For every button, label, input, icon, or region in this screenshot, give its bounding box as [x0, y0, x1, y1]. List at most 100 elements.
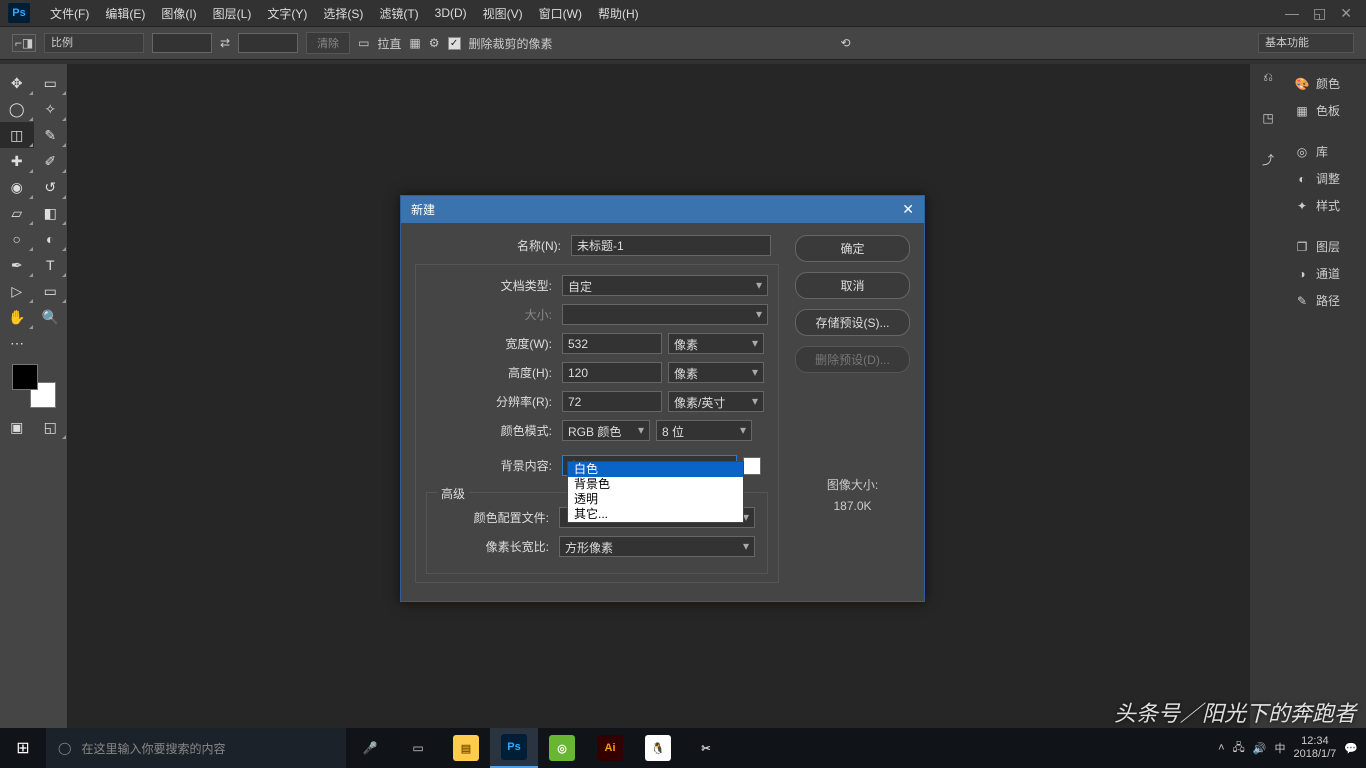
ok-button[interactable]: 确定: [795, 235, 910, 262]
move-tool[interactable]: ✥: [0, 70, 34, 96]
menu-edit[interactable]: 编辑(E): [97, 5, 153, 22]
bgcontent-dropdown-list[interactable]: 白色 背景色 透明 其它...: [567, 461, 744, 523]
menu-view[interactable]: 视图(V): [475, 5, 531, 22]
bg-option-white[interactable]: 白色: [568, 462, 743, 477]
grid-icon[interactable]: ▦: [409, 36, 420, 50]
more-tools[interactable]: ⋯: [0, 330, 34, 356]
path-select-tool[interactable]: ▷: [0, 278, 34, 304]
bg-option-bgcolor[interactable]: 背景色: [568, 477, 743, 492]
straighten-icon[interactable]: ▭: [358, 36, 369, 50]
taskbar-photoshop[interactable]: Ps: [490, 728, 538, 768]
panel-layers[interactable]: ❐图层: [1286, 233, 1366, 260]
resolution-input[interactable]: [562, 391, 662, 412]
share-panel-icon[interactable]: ⤴: [1262, 151, 1274, 168]
pen-tool[interactable]: ✒: [0, 252, 34, 278]
hand-tool[interactable]: ✋: [0, 304, 34, 330]
taskbar-search[interactable]: ◯ 在这里输入你要搜索的内容: [46, 728, 346, 768]
properties-panel-icon[interactable]: ◳: [1262, 111, 1273, 125]
shape-tool[interactable]: ▭: [34, 278, 68, 304]
delete-crop-checkbox[interactable]: ✓: [448, 37, 461, 50]
width-unit-select[interactable]: 像素: [668, 333, 764, 354]
pixelratio-select[interactable]: 方形像素: [559, 536, 755, 557]
panel-adjustments[interactable]: ◐调整: [1286, 165, 1366, 192]
bgcolor-swatch[interactable]: [743, 457, 761, 475]
lasso-tool[interactable]: ◯: [0, 96, 34, 122]
tray-ime-icon[interactable]: 中: [1274, 740, 1285, 756]
crop-height-input[interactable]: [238, 33, 298, 53]
rect-marquee-tool[interactable]: ▭: [34, 70, 68, 96]
zoom-tool[interactable]: 🔍: [34, 304, 68, 330]
tray-network-icon[interactable]: 🖧: [1233, 739, 1245, 758]
reset-icon[interactable]: ⟲: [841, 36, 851, 50]
foreground-color-swatch[interactable]: [12, 364, 38, 390]
menu-file[interactable]: 文件(F): [42, 5, 97, 22]
taskbar-qq[interactable]: 🐧: [634, 728, 682, 768]
swap-icon[interactable]: ⇄: [220, 36, 230, 50]
gradient-tool[interactable]: ◧: [34, 200, 68, 226]
history-brush-tool[interactable]: ↺: [34, 174, 68, 200]
taskview-icon[interactable]: ▭: [394, 728, 442, 768]
taskbar-illustrator[interactable]: Ai: [586, 728, 634, 768]
crop-ratio-select[interactable]: 比例: [44, 33, 144, 53]
dodge-tool[interactable]: ◐: [34, 226, 68, 252]
name-input[interactable]: [571, 235, 771, 256]
eyedropper-tool[interactable]: ✎: [34, 122, 68, 148]
window-maximize-icon[interactable]: ◱: [1313, 5, 1326, 22]
start-button[interactable]: ⊞: [0, 728, 46, 768]
panel-libraries[interactable]: ◎库: [1286, 138, 1366, 165]
height-unit-select[interactable]: 像素: [668, 362, 764, 383]
doctype-select[interactable]: 自定: [562, 275, 768, 296]
system-tray[interactable]: ˄ 🖧 🔊 中 12:34 2018/1/7 💬: [1218, 735, 1366, 761]
menu-layer[interactable]: 图层(L): [205, 5, 260, 22]
menu-help[interactable]: 帮助(H): [590, 5, 647, 22]
panel-color[interactable]: 🎨颜色: [1286, 70, 1366, 97]
save-preset-button[interactable]: 存储预设(S)...: [795, 309, 910, 336]
crop-width-input[interactable]: [152, 33, 212, 53]
eraser-tool[interactable]: ▱: [0, 200, 34, 226]
bg-option-transparent[interactable]: 透明: [568, 492, 743, 507]
tray-notifications-icon[interactable]: 💬: [1344, 742, 1358, 755]
type-tool[interactable]: T: [34, 252, 68, 278]
tray-volume-icon[interactable]: 🔊: [1253, 742, 1267, 755]
blur-tool[interactable]: ○: [0, 226, 34, 252]
panel-swatches[interactable]: ▦色板: [1286, 97, 1366, 124]
colormode-select[interactable]: RGB 颜色: [562, 420, 650, 441]
quickmask-tool[interactable]: ▣: [0, 414, 34, 440]
menu-text[interactable]: 文字(Y): [259, 5, 315, 22]
taskbar-browser[interactable]: ◎: [538, 728, 586, 768]
menu-image[interactable]: 图像(I): [153, 5, 204, 22]
panel-styles[interactable]: ✦样式: [1286, 192, 1366, 219]
cancel-button[interactable]: 取消: [795, 272, 910, 299]
tray-chevron-icon[interactable]: ˄: [1218, 742, 1224, 754]
healing-tool[interactable]: ✚: [0, 148, 34, 174]
tray-date[interactable]: 2018/1/7: [1293, 748, 1336, 761]
taskbar-explorer[interactable]: ▤: [442, 728, 490, 768]
menu-window[interactable]: 窗口(W): [531, 5, 590, 22]
resolution-unit-select[interactable]: 像素/英寸: [668, 391, 764, 412]
width-input[interactable]: [562, 333, 662, 354]
history-panel-icon[interactable]: ⎌: [1263, 70, 1273, 85]
clear-button[interactable]: 清除: [306, 32, 350, 54]
dialog-titlebar[interactable]: 新建 ✕: [401, 196, 924, 223]
workspace-select[interactable]: 基本功能: [1258, 33, 1354, 53]
height-input[interactable]: [562, 362, 662, 383]
colordepth-select[interactable]: 8 位: [656, 420, 752, 441]
gear-icon[interactable]: ⚙: [429, 36, 440, 50]
screenmode-tool[interactable]: ◱: [34, 414, 68, 440]
panel-paths[interactable]: ✎路径: [1286, 287, 1366, 314]
tray-time[interactable]: 12:34: [1293, 735, 1336, 748]
panel-channels[interactable]: ◑通道: [1286, 260, 1366, 287]
window-minimize-icon[interactable]: —: [1285, 5, 1299, 22]
magic-wand-tool[interactable]: ✧: [34, 96, 68, 122]
menu-3d[interactable]: 3D(D): [427, 6, 475, 20]
brush-tool[interactable]: ✐: [34, 148, 68, 174]
mic-icon[interactable]: 🎤: [346, 728, 394, 768]
crop-tool-indicator-icon[interactable]: ⌐◨: [12, 34, 36, 52]
color-swatches[interactable]: [12, 364, 56, 408]
window-close-icon[interactable]: ✕: [1340, 5, 1352, 22]
menu-select[interactable]: 选择(S): [315, 5, 371, 22]
crop-tool[interactable]: ◫: [0, 122, 34, 148]
dialog-close-icon[interactable]: ✕: [902, 201, 914, 218]
stamp-tool[interactable]: ◉: [0, 174, 34, 200]
taskbar-snip[interactable]: ✂: [682, 728, 730, 768]
